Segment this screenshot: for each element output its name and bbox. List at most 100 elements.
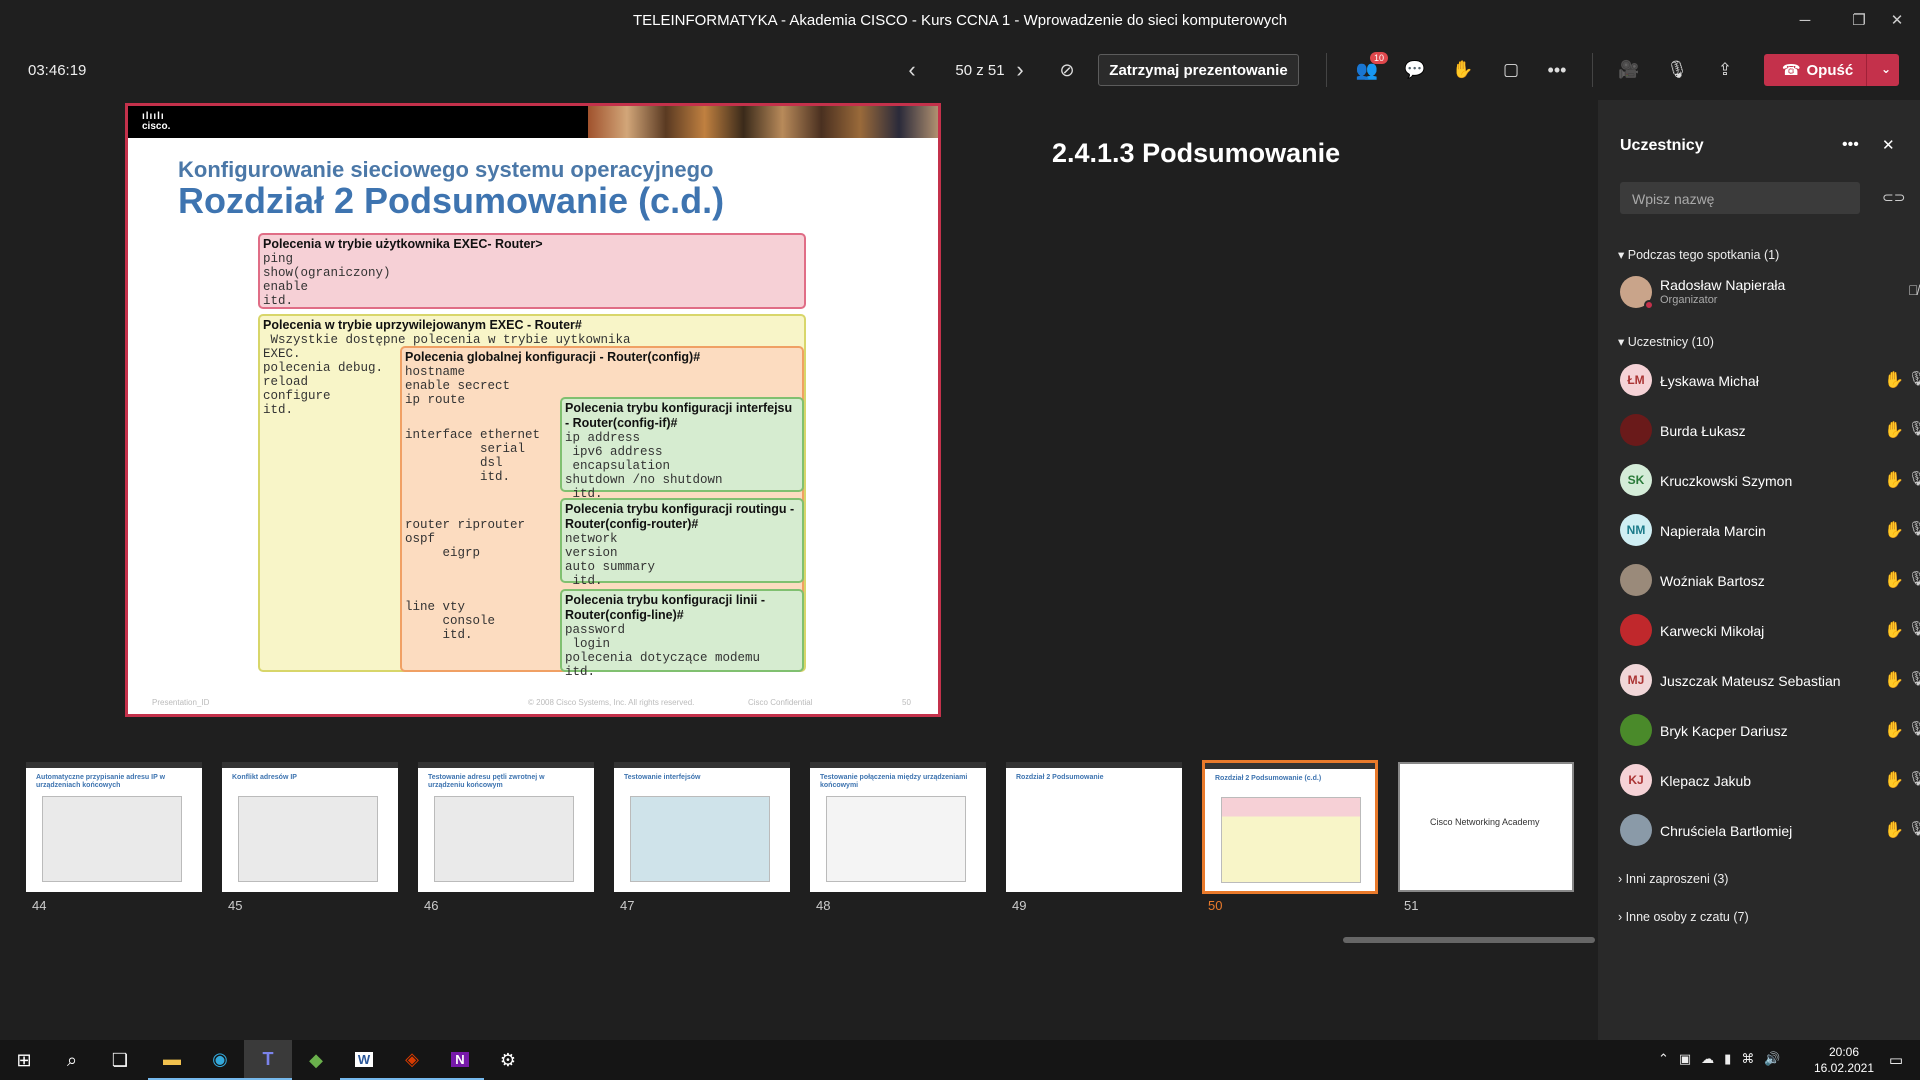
- interface-config-box: Polecenia trybu konfiguracji interfejsu …: [560, 397, 804, 501]
- teams-icon[interactable]: T: [244, 1040, 292, 1080]
- participant-item[interactable]: Burda Łukasz ✋ 🎙: [1620, 410, 1920, 450]
- rooms-icon[interactable]: ▢: [1496, 56, 1526, 84]
- mic-off-icon[interactable]: 🎙: [1662, 56, 1692, 84]
- next-slide-icon[interactable]: ›: [1008, 57, 1032, 82]
- edge-icon[interactable]: ◉: [196, 1040, 244, 1080]
- start-icon[interactable]: ⊞: [0, 1040, 48, 1080]
- hide-view-icon[interactable]: ⊘: [1054, 58, 1080, 82]
- participant-search-input[interactable]: Wpisz nazwę: [1620, 182, 1860, 214]
- settings-icon[interactable]: ⚙: [484, 1040, 532, 1080]
- raised-hand-icon: ✋: [1884, 722, 1904, 739]
- participant-item[interactable]: Woźniak Bartosz ✋ 🎙: [1620, 560, 1920, 600]
- section-invited[interactable]: › Inni zaproszeni (3): [1618, 872, 1728, 886]
- mic-muted-icon: 🎙̸: [1908, 282, 1919, 298]
- thumbnail-scrollbar[interactable]: [1343, 937, 1595, 943]
- mic-muted-icon: 🎙: [1908, 620, 1920, 636]
- thumbnail-number: 50: [1208, 898, 1223, 913]
- participant-item[interactable]: ŁM Łyskawa Michał ✋ 🎙: [1620, 360, 1920, 400]
- participant-item[interactable]: MJ Juszczak Mateusz Sebastian ✋ 🎙: [1620, 660, 1920, 700]
- leave-button[interactable]: ☎ Opuść ⌄: [1764, 54, 1899, 86]
- mic-muted-icon: 🎙: [1908, 670, 1920, 686]
- participant-item[interactable]: SK Kruczkowski Szymon ✋ 🎙: [1620, 460, 1920, 500]
- section-participants[interactable]: ▾ Uczestnicy (10): [1618, 334, 1714, 349]
- slide-thumbnail[interactable]: Testowanie połączenia między urządzeniam…: [810, 762, 986, 892]
- panel-more-icon[interactable]: •••: [1842, 136, 1859, 154]
- participant-name: Napierała Marcin: [1660, 523, 1766, 539]
- camera-off-icon[interactable]: 🎥: [1614, 56, 1644, 84]
- clock[interactable]: 20:06 16.02.2021: [1808, 1044, 1880, 1076]
- raised-hand-icon: ✋: [1884, 622, 1904, 639]
- search-icon[interactable]: ⌕: [48, 1040, 96, 1080]
- raised-hand-icon: ✋: [1884, 372, 1904, 389]
- participant-item[interactable]: NM Napierała Marcin ✋ 🎙: [1620, 510, 1920, 550]
- raised-hand-icon: ✋: [1884, 572, 1904, 589]
- onenote-icon[interactable]: N: [436, 1040, 484, 1080]
- panel-close-icon[interactable]: ✕: [1882, 136, 1895, 154]
- mic-muted-icon: 🎙: [1908, 720, 1920, 736]
- leave-divider: [1866, 54, 1867, 86]
- slide-thumbnail[interactable]: Testowanie interfejsów: [614, 762, 790, 892]
- mic-muted-icon: 🎙: [1908, 570, 1920, 586]
- raised-hand-icon: ✋: [1884, 772, 1904, 789]
- chevron-down-icon[interactable]: ⌄: [1881, 62, 1891, 76]
- thumbnail-number: 46: [424, 898, 439, 913]
- window-title: TELEINFORMATYKA - Akademia CISCO - Kurs …: [632, 11, 1288, 29]
- close-window-icon[interactable]: ✕: [1874, 0, 1920, 40]
- toolbar-divider: [1326, 53, 1327, 87]
- raised-hand-icon: ✋: [1884, 822, 1904, 839]
- line-config-box: Polecenia trybu konfiguracji linii - Rou…: [560, 589, 804, 679]
- participant-item[interactable]: KJ Klepacz Jakub ✋ 🎙: [1620, 760, 1920, 800]
- mic-muted-icon: 🎙: [1908, 820, 1920, 836]
- word-icon[interactable]: W: [340, 1040, 388, 1080]
- participant-item[interactable]: Chruściela Bartłomiej ✋ 🎙: [1620, 810, 1920, 850]
- slide-banner: ılıılı cisco.: [128, 106, 938, 138]
- mic-muted-icon: 🎙: [1908, 520, 1920, 536]
- avatar: SK: [1620, 464, 1652, 496]
- footer-copyright: © 2008 Cisco Systems, Inc. All rights re…: [528, 698, 695, 707]
- avatar: [1620, 414, 1652, 446]
- interface-config-commands: ip address ipv6 address encapsulation sh…: [565, 431, 723, 501]
- app-icon[interactable]: ◆: [292, 1040, 340, 1080]
- more-options-icon[interactable]: •••: [1542, 56, 1572, 84]
- line-commands: line vty console itd.: [405, 600, 496, 642]
- raise-hand-icon[interactable]: ✋: [1448, 56, 1478, 84]
- photo-strip-image: [588, 106, 938, 138]
- slide-thumbnail[interactable]: Cisco Networking Academy: [1398, 762, 1574, 892]
- participants-icon[interactable]: 👥 10: [1352, 52, 1388, 84]
- share-screen-icon[interactable]: ⇪: [1710, 56, 1740, 84]
- chat-icon[interactable]: 💬: [1400, 56, 1430, 84]
- participant-item[interactable]: Bryk Kacper Dariusz ✋ 🎙: [1620, 710, 1920, 750]
- mic-muted-icon: 🎙: [1908, 420, 1920, 436]
- raised-hand-icon: ✋: [1884, 522, 1904, 539]
- minimize-icon[interactable]: ─: [1782, 0, 1828, 40]
- panel-title: Uczestnicy: [1620, 137, 1704, 154]
- file-explorer-icon[interactable]: ▬: [148, 1040, 196, 1080]
- participant-name: Bryk Kacper Dariusz: [1660, 723, 1788, 739]
- slide-thumbnail[interactable]: Testowanie adresu pętli zwrotnej w urząd…: [418, 762, 594, 892]
- link-icon[interactable]: ⊂⊃: [1882, 189, 1905, 206]
- slide-thumbnail-selected[interactable]: Rozdział 2 Podsumowanie (c.d.): [1202, 760, 1378, 894]
- slide-thumbnail[interactable]: Automatyczne przypisanie adresu IP w urz…: [26, 762, 202, 892]
- thumbnail-number: 45: [228, 898, 243, 913]
- avatar: [1620, 276, 1654, 310]
- participant-item[interactable]: Karwecki Mikołaj ✋ 🎙: [1620, 610, 1920, 650]
- avatar: [1620, 714, 1652, 746]
- stop-presenting-button[interactable]: Zatrzymaj prezentowanie: [1098, 54, 1299, 86]
- task-view-icon[interactable]: ❏: [96, 1040, 144, 1080]
- section-chat[interactable]: › Inne osoby z czatu (7): [1618, 910, 1749, 924]
- thumbnail-number: 51: [1404, 898, 1419, 913]
- slide-thumbnail[interactable]: Rozdział 2 Podsumowanie: [1006, 762, 1182, 892]
- app-icon[interactable]: ◈: [388, 1040, 436, 1080]
- routing-config-commands: network version auto summary itd.: [565, 532, 656, 588]
- slide-thumbnail[interactable]: Konflikt adresów IP: [222, 762, 398, 892]
- participant-name: Klepacz Jakub: [1660, 773, 1752, 789]
- section-in-meeting[interactable]: ▾ Podczas tego spotkania (1): [1618, 247, 1779, 262]
- participant-organizer[interactable]: Radosław Napierała Organizator 🎙̸: [1620, 272, 1919, 312]
- prev-slide-icon[interactable]: ‹: [900, 57, 924, 82]
- notifications-icon[interactable]: ▭: [1872, 1040, 1920, 1080]
- raised-hand-icon: ✋: [1884, 472, 1904, 489]
- raised-hand-icon: ✋: [1884, 422, 1904, 439]
- participant-name: Łyskawa Michał: [1660, 373, 1759, 389]
- tray-icons[interactable]: ⌃▣☁▮⌘🔊: [1658, 1051, 1791, 1067]
- window-titlebar: TELEINFORMATYKA - Akademia CISCO - Kurs …: [0, 0, 1920, 40]
